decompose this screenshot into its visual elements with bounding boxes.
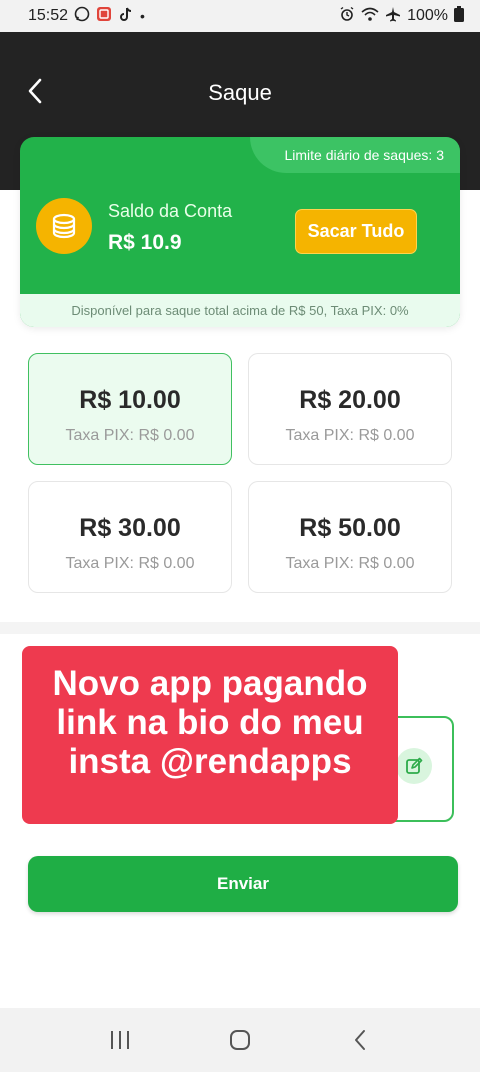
promo-line-1: Novo app pagando (52, 664, 368, 703)
amount-fee: Taxa PIX: R$ 0.00 (285, 555, 415, 572)
section-divider (0, 622, 480, 634)
amount-option-10[interactable]: R$ 10.00 Taxa PIX: R$ 0.00 (28, 353, 232, 465)
amount-value: R$ 20.00 (299, 386, 401, 414)
status-bar: 15:52 • 100% (0, 0, 480, 32)
tiktok-icon (118, 6, 134, 27)
amount-fee: Taxa PIX: R$ 0.00 (65, 427, 195, 444)
amount-fee: Taxa PIX: R$ 0.00 (285, 427, 415, 444)
amount-option-50[interactable]: R$ 50.00 Taxa PIX: R$ 0.00 (248, 481, 452, 593)
dot-icon: • (140, 8, 145, 24)
amount-value: R$ 30.00 (79, 514, 181, 542)
status-battery: 100% (407, 7, 448, 24)
promo-line-2: link na bio do meu (56, 703, 364, 743)
battery-icon (454, 5, 464, 27)
balance-value: R$ 10.9 (108, 231, 182, 254)
edit-icon[interactable] (396, 748, 432, 784)
submit-button[interactable]: Enviar (28, 856, 458, 912)
recent-apps-icon[interactable] (98, 1018, 142, 1062)
balance-card: Limite diário de saques: 3 Saldo da Cont… (20, 137, 460, 327)
system-nav-bar (0, 1008, 480, 1072)
amount-option-20[interactable]: R$ 20.00 Taxa PIX: R$ 0.00 (248, 353, 452, 465)
promo-line-3: insta @rendapps (68, 742, 352, 782)
amount-fee: Taxa PIX: R$ 0.00 (65, 555, 195, 572)
withdraw-all-button[interactable]: Sacar Tudo (295, 209, 417, 254)
whatsapp-icon (74, 6, 90, 27)
page-title: Saque (208, 80, 272, 105)
airplane-mode-icon (385, 6, 401, 27)
status-time: 15:52 (28, 7, 69, 24)
home-icon[interactable] (218, 1018, 262, 1062)
coins-icon (36, 198, 92, 254)
balance-label: Saldo da Conta (108, 201, 233, 221)
withdraw-info-text: Disponível para saque total acima de R$ … (20, 294, 460, 327)
amount-value: R$ 50.00 (299, 514, 401, 542)
amount-option-30[interactable]: R$ 30.00 Taxa PIX: R$ 0.00 (28, 481, 232, 593)
wifi-icon (361, 6, 379, 27)
alarm-icon (339, 6, 355, 27)
app-notification-icon (96, 6, 112, 27)
promo-banner: Novo app pagando link na bio do meu inst… (22, 646, 398, 824)
back-icon[interactable] (338, 1018, 382, 1062)
amount-value: R$ 10.00 (79, 386, 181, 414)
daily-limit-badge: Limite diário de saques: 3 (250, 137, 460, 173)
